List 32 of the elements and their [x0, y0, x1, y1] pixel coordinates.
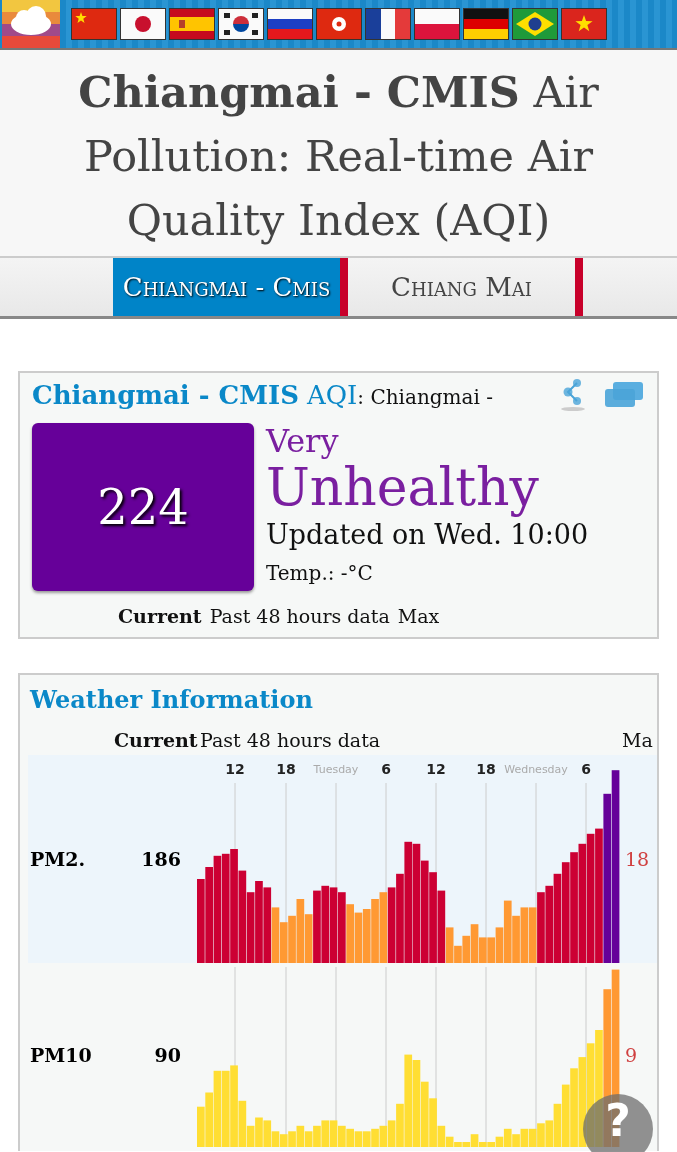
column-header: Max — [397, 605, 440, 627]
aqi-level: Unhealthy — [266, 459, 540, 515]
aqi-label: AQI — [306, 380, 358, 410]
column-header: Current — [118, 605, 202, 627]
column-header: Past 48 hours data — [209, 605, 390, 627]
page-title: Chiangmai - CMIS Air Pollution: Real-time Air Quality Index (AQI) — [0, 50, 677, 256]
time-label: 18 — [276, 761, 296, 777]
location-tab[interactable]: Chiang Mai — [348, 258, 575, 316]
column-header: Current — [114, 729, 198, 751]
aqi-value: 224 — [32, 423, 254, 591]
max-value: 9 — [625, 1044, 639, 1066]
station-name: Chiangmai - CMIS — [32, 380, 299, 410]
time-label: Wednesday — [504, 763, 568, 776]
pollutant-name: PM10 — [29, 1044, 93, 1066]
time-label: 6 — [581, 761, 591, 777]
time-label: 18 — [476, 761, 496, 777]
max-value: 18 — [625, 848, 651, 870]
column-header: Past 48 hours data — [200, 729, 381, 751]
time-label: 6 — [381, 761, 391, 777]
column-header: Ma — [622, 729, 653, 751]
current-value: 90 — [153, 1044, 182, 1066]
time-label: Tuesday — [313, 763, 359, 776]
current-value: 186 — [140, 848, 182, 870]
temperature: Temp.: -°C — [266, 560, 374, 587]
location-tab[interactable]: Chiangmai - Cmis — [113, 258, 340, 316]
aqi-level: Very — [266, 423, 340, 459]
time-label: 12 — [225, 761, 245, 777]
section-title: Weather Information — [30, 684, 314, 716]
pollutant-name: PM2. — [29, 848, 87, 870]
station-subtitle: : Chiangmai - — [357, 385, 493, 409]
update-time: Updated on Wed. 10:00 — [266, 518, 589, 552]
time-label: 12 — [426, 761, 446, 777]
